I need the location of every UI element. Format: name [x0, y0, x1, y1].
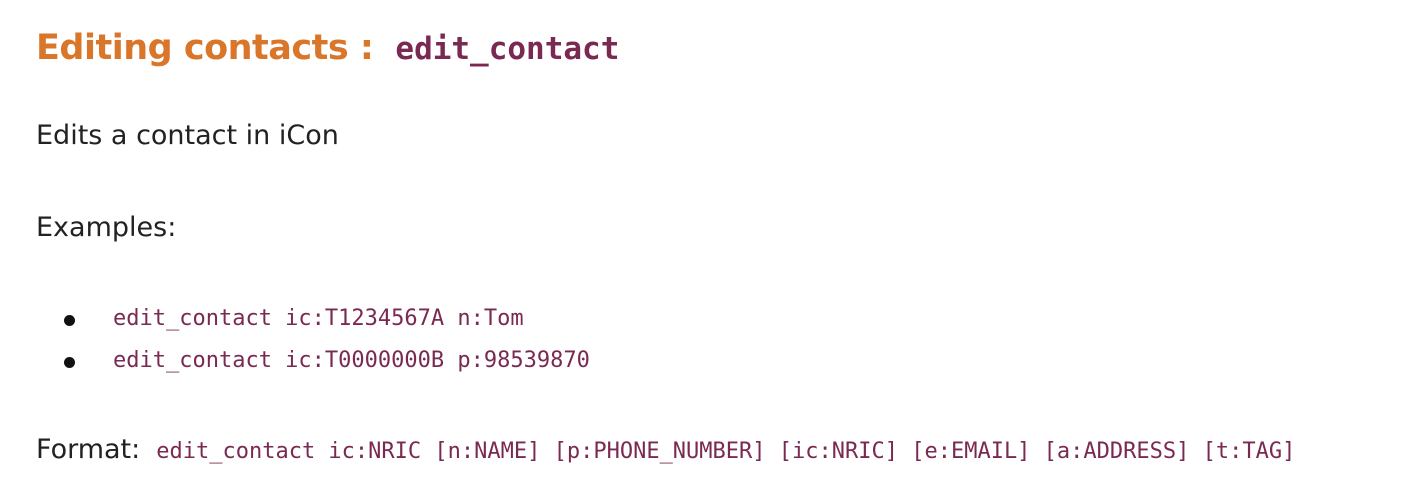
bullet-icon [64, 315, 75, 326]
list-item: edit_contact ic:T0000000B p:98539870 [36, 344, 590, 386]
format-syntax: edit_contact ic:NRIC [n:NAME] [p:PHONE_N… [156, 439, 1296, 464]
heading-command: edit_contact [395, 31, 620, 67]
command-description: Edits a contact in iCon [36, 120, 339, 151]
format-line: Format: edit_contact ic:NRIC [n:NAME] [p… [36, 434, 1295, 465]
example-command: edit_contact ic:T1234567A n:Tom [113, 306, 524, 331]
section-heading: Editing contacts : edit_contact [36, 28, 619, 68]
examples-label: Examples: [36, 212, 177, 243]
examples-list: edit_contact ic:T1234567A n:Tom edit_con… [36, 302, 590, 386]
bullet-icon [64, 357, 75, 368]
example-command: edit_contact ic:T0000000B p:98539870 [113, 348, 590, 373]
list-item: edit_contact ic:T1234567A n:Tom [36, 302, 590, 344]
format-label: Format: [36, 434, 141, 465]
heading-title: Editing contacts : [36, 28, 374, 68]
